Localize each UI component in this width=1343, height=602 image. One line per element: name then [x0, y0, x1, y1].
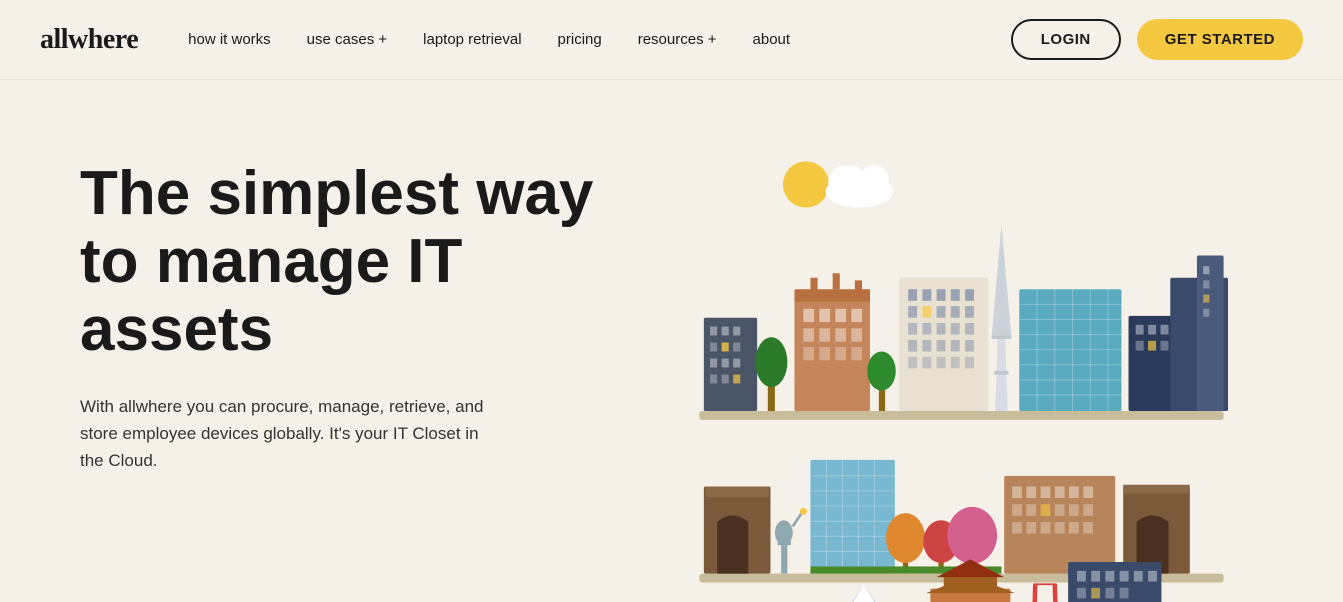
nav-how-it-works[interactable]: how it works [188, 31, 271, 48]
hero-subtext: With allwhere you can procure, manage, r… [80, 393, 500, 475]
nav-pricing[interactable]: pricing [558, 31, 602, 48]
login-button[interactable]: LOGIN [1011, 19, 1121, 60]
hero-heading: The simplest way to manage IT assets [80, 160, 600, 365]
city-illustration [640, 140, 1283, 602]
get-started-button[interactable]: GET STARTED [1137, 19, 1303, 60]
hero-section: The simplest way to manage IT assets Wit… [0, 80, 1343, 602]
navigation: allwhere how it works use cases + laptop… [0, 0, 1343, 80]
nav-resources[interactable]: resources + [638, 31, 717, 48]
hero-illustration [640, 140, 1283, 602]
logo[interactable]: allwhere [40, 24, 138, 56]
nav-use-cases[interactable]: use cases + [307, 31, 387, 48]
hero-text: The simplest way to manage IT assets Wit… [80, 140, 600, 474]
nav-laptop-retrieval[interactable]: laptop retrieval [423, 31, 521, 48]
nav-actions: LOGIN GET STARTED [1011, 19, 1303, 60]
nav-links: how it works use cases + laptop retrieva… [188, 31, 1011, 48]
nav-about[interactable]: about [753, 31, 791, 48]
